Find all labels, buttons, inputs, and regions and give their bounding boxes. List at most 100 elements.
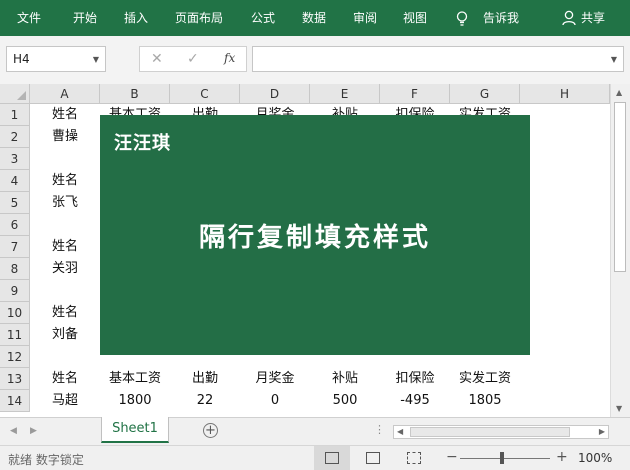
horizontal-scroll-thumb[interactable] (410, 427, 570, 437)
sheet-nav-prev-icon[interactable]: ◀ (10, 426, 17, 436)
row-header[interactable]: 14 (0, 390, 30, 412)
cell[interactable] (30, 346, 100, 368)
tab-data[interactable]: 数据 (302, 0, 326, 36)
page-break-view-icon[interactable] (407, 452, 421, 464)
scroll-left-icon[interactable]: ◀ (397, 427, 403, 436)
cell[interactable] (520, 126, 610, 148)
tab-file[interactable]: 文件 (17, 0, 41, 36)
cell[interactable] (520, 302, 610, 324)
cell[interactable] (520, 170, 610, 192)
formula-input[interactable]: ▼ (252, 46, 624, 72)
cell[interactable]: 张飞 (30, 192, 100, 214)
tab-view[interactable]: 视图 (403, 0, 427, 36)
tab-page-layout[interactable]: 页面布局 (175, 0, 223, 36)
zoom-slider[interactable] (460, 458, 550, 459)
cell[interactable] (30, 214, 100, 236)
cell[interactable] (520, 236, 610, 258)
cell[interactable] (30, 280, 100, 302)
cell[interactable]: 1805 (450, 390, 520, 412)
cell[interactable]: 实发工资 (450, 368, 520, 390)
cell[interactable]: 0 (240, 390, 310, 412)
select-all-button[interactable] (0, 84, 30, 104)
row-header[interactable]: 8 (0, 258, 30, 280)
column-header[interactable]: C (170, 84, 240, 104)
tab-home[interactable]: 开始 (73, 0, 97, 36)
sheet-tab-sheet1[interactable]: Sheet1 (101, 417, 169, 443)
cell[interactable]: 姓名 (30, 368, 100, 390)
cell[interactable]: 姓名 (30, 170, 100, 192)
insert-function-icon[interactable]: fx (224, 51, 235, 65)
cell[interactable]: 扣保险 (380, 368, 450, 390)
cell[interactable]: 补贴 (310, 368, 380, 390)
cell[interactable]: 1800 (100, 390, 170, 412)
cell[interactable] (520, 192, 610, 214)
tab-review[interactable]: 审阅 (353, 0, 377, 36)
cell[interactable]: 刘备 (30, 324, 100, 346)
row-header[interactable]: 5 (0, 192, 30, 214)
cell[interactable]: 基本工资 (100, 368, 170, 390)
row-header[interactable]: 3 (0, 148, 30, 170)
column-header[interactable]: B (100, 84, 170, 104)
scroll-down-icon[interactable]: ▼ (616, 404, 622, 413)
row-header[interactable]: 6 (0, 214, 30, 236)
normal-view-button[interactable] (314, 446, 350, 470)
row-header[interactable]: 7 (0, 236, 30, 258)
cell[interactable]: 马超 (30, 390, 100, 412)
cell[interactable]: 姓名 (30, 104, 100, 126)
cell[interactable] (520, 324, 610, 346)
cell[interactable]: 姓名 (30, 236, 100, 258)
cell[interactable]: 关羽 (30, 258, 100, 280)
name-box[interactable]: H4 ▼ (6, 46, 106, 72)
more-icon[interactable]: ⋮ (374, 423, 385, 436)
cell[interactable] (520, 368, 610, 390)
cell[interactable]: 22 (170, 390, 240, 412)
row-header[interactable]: 4 (0, 170, 30, 192)
column-header[interactable]: A (30, 84, 100, 104)
column-header[interactable]: F (380, 84, 450, 104)
row-header[interactable]: 1 (0, 104, 30, 126)
vertical-scrollbar[interactable]: ▲ ▼ (610, 84, 630, 417)
page-layout-view-icon[interactable] (366, 452, 380, 464)
vertical-scroll-thumb[interactable] (614, 102, 626, 272)
enter-icon[interactable]: ✓ (187, 51, 199, 67)
cell[interactable]: 曹操 (30, 126, 100, 148)
share-button[interactable]: 共享 (581, 0, 605, 36)
row-header[interactable]: 11 (0, 324, 30, 346)
horizontal-scrollbar[interactable]: ◀ ▶ (393, 425, 609, 439)
cell[interactable] (520, 258, 610, 280)
zoom-out-icon[interactable]: − (446, 449, 458, 465)
cell[interactable]: 姓名 (30, 302, 100, 324)
cell[interactable]: 500 (310, 390, 380, 412)
cancel-icon[interactable]: ✕ (151, 51, 163, 67)
tab-insert[interactable]: 插入 (124, 0, 148, 36)
cell[interactable] (520, 280, 610, 302)
cell[interactable] (30, 148, 100, 170)
cell[interactable] (520, 148, 610, 170)
zoom-in-icon[interactable]: + (556, 449, 568, 465)
cell[interactable] (520, 104, 610, 126)
cell[interactable]: -495 (380, 390, 450, 412)
sheet-nav-next-icon[interactable]: ▶ (30, 426, 37, 436)
row-header[interactable]: 13 (0, 368, 30, 390)
row-header[interactable]: 10 (0, 302, 30, 324)
scroll-up-icon[interactable]: ▲ (616, 88, 622, 97)
row-header[interactable]: 2 (0, 126, 30, 148)
cell[interactable] (520, 346, 610, 368)
column-header[interactable]: G (450, 84, 520, 104)
zoom-slider-thumb[interactable] (500, 452, 504, 464)
row-header[interactable]: 12 (0, 346, 30, 368)
cell[interactable]: 出勤 (170, 368, 240, 390)
column-header[interactable]: D (240, 84, 310, 104)
cell[interactable]: 月奖金 (240, 368, 310, 390)
cell[interactable] (520, 214, 610, 236)
expand-formula-icon[interactable]: ▼ (611, 55, 617, 64)
scroll-right-icon[interactable]: ▶ (599, 427, 605, 436)
tab-formulas[interactable]: 公式 (251, 0, 275, 36)
plus-circle-icon[interactable]: + (203, 423, 218, 438)
chevron-down-icon[interactable]: ▼ (93, 55, 99, 64)
column-header[interactable]: E (310, 84, 380, 104)
row-header[interactable]: 9 (0, 280, 30, 302)
column-header[interactable]: H (520, 84, 610, 104)
cell[interactable] (520, 390, 610, 412)
zoom-level[interactable]: 100% (578, 451, 612, 465)
